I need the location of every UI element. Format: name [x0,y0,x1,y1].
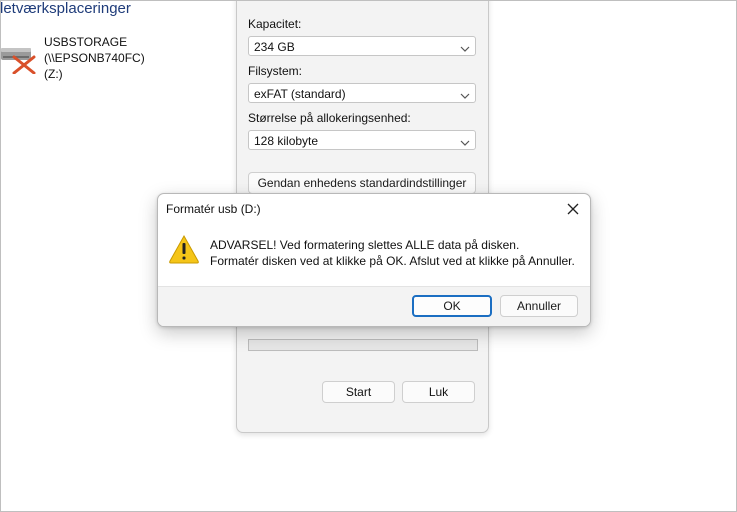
warning-message-line-1: ADVARSEL! Ved formatering slettes ALLE d… [210,238,520,252]
restore-defaults-button[interactable]: Gendan enhedens standardindstillinger [248,172,476,194]
dialog-footer: OK Annuller [158,286,590,326]
chevron-down-icon [460,42,470,52]
allocation-size-value: 128 kilobyte [254,134,319,148]
capacity-label: Kapacitet: [248,17,302,31]
dialog-body: ADVARSEL! Ved formatering slettes ALLE d… [158,224,590,286]
network-drive-disconnected-icon [0,44,40,75]
ok-button[interactable]: OK [412,295,492,317]
format-warning-dialog: Formatér usb (D:) ADVARSEL! Ved formater… [157,193,591,327]
close-icon [562,203,584,223]
network-drive-label: USBSTORAGE (\\EPSONB740FC) (Z:) [44,34,224,82]
warning-message-line-2: Formatér disken ved at klikke på OK. Afs… [210,254,575,268]
dialog-title: Formatér usb (D:) [166,202,261,216]
network-drive-name: USBSTORAGE (\\EPSONB740FC) [44,35,145,65]
allocation-size-label: Størrelse på allokeringsenhed: [248,111,411,125]
format-progress-bar [248,339,478,351]
filesystem-select[interactable]: exFAT (standard) [248,83,476,103]
filesystem-label: Filsystem: [248,64,302,78]
close-button[interactable]: Luk [402,381,475,403]
network-drive-letter: (Z:) [44,67,63,81]
allocation-size-select[interactable]: 128 kilobyte [248,130,476,150]
capacity-value: 234 GB [254,40,295,54]
cancel-button[interactable]: Annuller [500,295,578,317]
chevron-down-icon [460,89,470,99]
warning-message: ADVARSEL! Ved formatering slettes ALLE d… [210,237,575,269]
filesystem-value: exFAT (standard) [254,87,346,101]
warning-icon [168,234,200,264]
network-drive-item[interactable]: USBSTORAGE (\\EPSONB740FC) (Z:) [0,34,230,81]
dialog-close-button[interactable] [562,198,584,220]
network-locations-header: letværksplaceringer [0,0,131,17]
capacity-select[interactable]: 234 GB [248,36,476,56]
start-button[interactable]: Start [322,381,395,403]
chevron-down-icon [460,136,470,146]
